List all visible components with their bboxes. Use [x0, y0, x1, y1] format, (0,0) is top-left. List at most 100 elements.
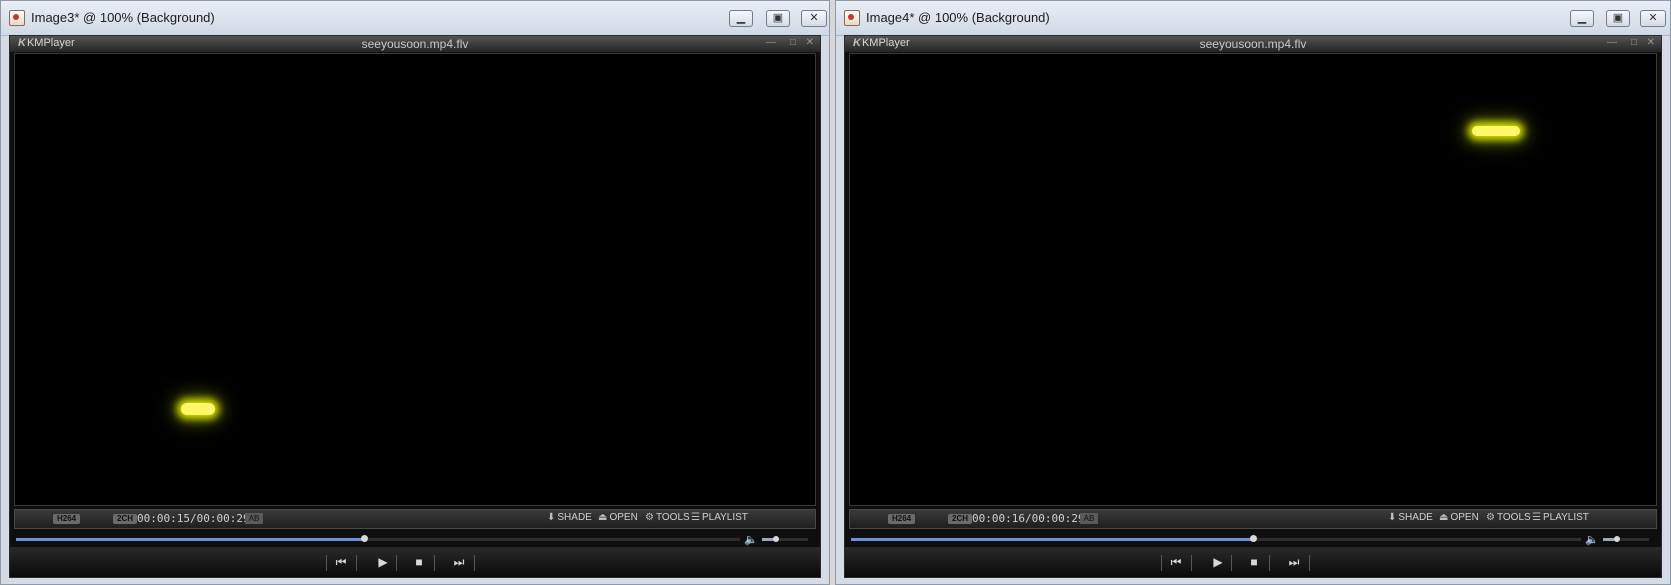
eject-icon: ⏏: [598, 512, 608, 523]
shade-button[interactable]: ⬇ SHADE: [547, 512, 592, 523]
open-button[interactable]: ⏏ OPEN: [1439, 512, 1479, 523]
previous-track-icon: ⏮: [335, 555, 347, 569]
player-minimize-icon[interactable]: —: [1607, 37, 1617, 48]
shade-icon: ⬇: [547, 512, 556, 523]
player-title-bar[interactable]: KKMPlayer seeyousoon.mp4.flv — □ ✕: [845, 36, 1661, 53]
next-track-icon: ⏭: [1288, 555, 1300, 569]
player-minimize-icon[interactable]: —: [766, 37, 776, 48]
seek-progress: [851, 538, 1253, 541]
next-track-icon: ⏭: [453, 555, 465, 569]
separator: [1231, 555, 1232, 571]
transport-controls: ⏮ ▶ ■ ⏭: [10, 547, 820, 577]
seek-bar[interactable]: [851, 535, 1581, 542]
separator: [1269, 555, 1270, 571]
window-title-bar[interactable]: Image4* @ 100% (Background) ▁ ▣ ✕: [836, 1, 1670, 36]
previous-button[interactable]: ⏮: [1163, 553, 1189, 571]
previous-button[interactable]: ⏮: [328, 553, 354, 571]
stop-icon: ■: [415, 555, 423, 569]
play-button[interactable]: ▶: [1205, 553, 1231, 571]
speaker-icon[interactable]: 🔈: [1585, 533, 1599, 546]
minimize-button[interactable]: ▁: [1570, 10, 1594, 27]
tools-button[interactable]: ⚙ TOOLS: [645, 512, 690, 523]
minimize-button[interactable]: ▁: [729, 10, 753, 27]
seek-handle[interactable]: [1249, 535, 1257, 542]
stop-button[interactable]: ■: [406, 553, 432, 571]
player-maximize-icon[interactable]: □: [1631, 37, 1637, 48]
playlist-button[interactable]: ☰ PLAYLIST: [1532, 512, 1589, 523]
seek-progress: [16, 538, 364, 541]
next-button[interactable]: ⏭: [1281, 553, 1307, 571]
channel-badge: 2CH: [113, 514, 138, 524]
document-icon: [9, 10, 25, 26]
kmplayer-logo-icon: K: [18, 37, 26, 49]
separator: [1309, 555, 1310, 571]
maximize-button[interactable]: ▣: [766, 10, 790, 27]
play-icon: ▶: [378, 555, 388, 569]
minimize-icon: ▁: [1577, 12, 1587, 24]
video-area[interactable]: [849, 53, 1657, 506]
shade-icon: ⬇: [1388, 512, 1397, 523]
document-window-image4[interactable]: Image4* @ 100% (Background) ▁ ▣ ✕ KKMPla…: [835, 0, 1671, 585]
document-icon: [844, 10, 860, 26]
shade-button[interactable]: ⬇ SHADE: [1388, 512, 1433, 523]
stop-icon: ■: [1250, 555, 1258, 569]
close-icon: ✕: [809, 12, 819, 24]
player-maximize-icon[interactable]: □: [790, 37, 796, 48]
time-display: 00:00:16/00:00:29: [972, 512, 1085, 525]
player-close-icon[interactable]: ✕: [806, 37, 814, 48]
player-brand: KKMPlayer: [18, 37, 75, 49]
volume-handle[interactable]: [1613, 536, 1620, 542]
kmplayer-window: KKMPlayer seeyousoon.mp4.flv — □ ✕ H264 …: [844, 35, 1662, 578]
codec-badge: H264: [888, 514, 916, 524]
list-icon: ☰: [1532, 512, 1541, 523]
window-title: Image4* @ 100% (Background): [866, 10, 1050, 25]
window-title-bar[interactable]: Image3* @ 100% (Background) ▁ ▣ ✕: [1, 1, 829, 36]
player-filename: seeyousoon.mp4.flv: [1199, 37, 1307, 51]
tools-button[interactable]: ⚙ TOOLS: [1486, 512, 1531, 523]
next-button[interactable]: ⏭: [446, 553, 472, 571]
ab-repeat-button[interactable]: AB: [1080, 513, 1098, 524]
stop-button[interactable]: ■: [1241, 553, 1267, 571]
volume-slider[interactable]: [762, 536, 808, 542]
play-button[interactable]: ▶: [370, 553, 396, 571]
separator: [1191, 555, 1192, 571]
transport-controls: ⏮ ▶ ■ ⏭: [845, 547, 1661, 577]
separator: [1161, 555, 1162, 571]
player-brand: KKMPlayer: [853, 37, 910, 49]
close-button[interactable]: ✕: [1640, 10, 1666, 27]
playlist-button[interactable]: ☰ PLAYLIST: [691, 512, 748, 523]
channel-badge: 2CH: [948, 514, 973, 524]
player-close-icon[interactable]: ✕: [1647, 37, 1655, 48]
gear-icon: ⚙: [1486, 512, 1495, 523]
glowing-object: [1472, 126, 1520, 136]
maximize-button[interactable]: ▣: [1606, 10, 1630, 27]
glowing-object: [181, 403, 215, 415]
gear-icon: ⚙: [645, 512, 654, 523]
player-info-bar: H264 2CH 00:00:16/00:00:29 AB ⬇ SHADE ⏏ OP…: [849, 509, 1657, 529]
document-window-image3[interactable]: Image3* @ 100% (Background) ▁ ▣ ✕ KKMPla…: [0, 0, 830, 585]
codec-badge: H264: [53, 514, 81, 524]
window-title: Image3* @ 100% (Background): [31, 10, 215, 25]
kmplayer-logo-icon: K: [853, 37, 861, 49]
open-button[interactable]: ⏏ OPEN: [598, 512, 638, 523]
seek-handle[interactable]: [360, 535, 368, 542]
play-icon: ▶: [1213, 555, 1223, 569]
volume-handle[interactable]: [772, 536, 779, 542]
speaker-icon[interactable]: 🔈: [744, 533, 758, 546]
close-button[interactable]: ✕: [801, 10, 827, 27]
seek-bar[interactable]: [16, 535, 740, 542]
maximize-icon: ▣: [772, 12, 784, 24]
player-title-bar[interactable]: KKMPlayer seeyousoon.mp4.flv — □ ✕: [10, 36, 820, 53]
separator: [396, 555, 397, 571]
ab-repeat-button[interactable]: AB: [245, 513, 263, 524]
volume-slider[interactable]: [1603, 536, 1649, 542]
close-icon: ✕: [1648, 12, 1658, 24]
player-filename: seeyousoon.mp4.flv: [361, 37, 469, 51]
minimize-icon: ▁: [736, 12, 746, 24]
kmplayer-window: KKMPlayer seeyousoon.mp4.flv — □ ✕ H264 …: [9, 35, 821, 578]
separator: [434, 555, 435, 571]
time-display: 00:00:15/00:00:29: [137, 512, 250, 525]
list-icon: ☰: [691, 512, 700, 523]
video-area[interactable]: [14, 53, 816, 506]
maximize-icon: ▣: [1612, 12, 1624, 24]
